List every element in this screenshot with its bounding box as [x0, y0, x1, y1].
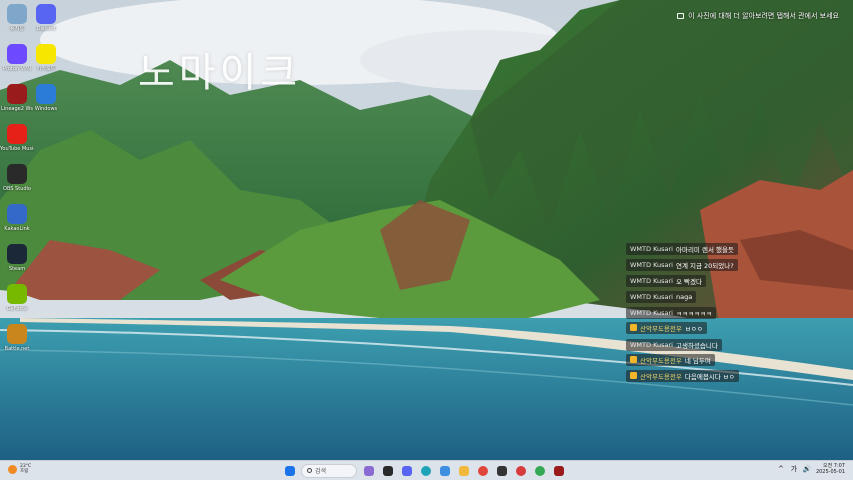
desktop-icon[interactable]: OBS Studio: [0, 164, 34, 192]
network-icon: [7, 204, 27, 224]
folder-icon: [458, 465, 469, 476]
desktop-icon[interactable]: Discord: [29, 4, 63, 32]
edge-icon: [420, 465, 431, 476]
desktop-icon[interactable]: Battle.net: [0, 324, 34, 352]
task-view-button[interactable]: [361, 463, 376, 478]
desktop-icon[interactable]: GeForce: [0, 284, 34, 312]
obs-studio-icon: [496, 465, 507, 476]
game-launcher-icon: [553, 465, 564, 476]
desktop-icon[interactable]: Windows: [29, 84, 63, 112]
clock-date: 2025-05-01: [815, 469, 845, 475]
chrome-taskbar-button[interactable]: [475, 463, 490, 478]
chat-username: 산악무도용전우: [640, 356, 682, 365]
discord-icon: [36, 4, 56, 24]
desktop-icon[interactable]: 카카오톡: [29, 44, 63, 72]
file-explorer-button[interactable]: [380, 463, 395, 478]
youtube-music-icon: [7, 124, 27, 144]
chat-message: WMTD Kusari ㅋㅋㅋㅋㅋㅋ: [626, 300, 766, 319]
desktop-icon-label: Discord: [36, 26, 56, 32]
camera-icon: [677, 13, 685, 19]
nvidia-icon: [7, 284, 27, 304]
windows-icon: [36, 84, 56, 104]
taskbar-search-box[interactable]: 검색: [301, 463, 357, 478]
chat-message: 산악무도용전우 ㅂㅇㅇ: [626, 316, 766, 334]
search-icon: [307, 468, 312, 473]
folder-icon: [382, 465, 393, 476]
desktop-icon-label: OBS Studio: [3, 186, 31, 192]
edge-taskbar-button[interactable]: [418, 463, 433, 478]
folder-taskbar-button[interactable]: [456, 463, 471, 478]
proton-vpn-icon: [7, 44, 27, 64]
volume-icon[interactable]: 🔊: [803, 465, 812, 473]
photos-taskbar-button[interactable]: [437, 463, 452, 478]
task-view-icon: [363, 465, 374, 476]
weather-widget[interactable]: 23°C 흐림: [8, 464, 31, 474]
discord-icon: [401, 465, 412, 476]
kakaotalk-icon: [36, 44, 56, 64]
chat-message: 산악무도용전우 다음에봅시다 ㅂㅇ: [626, 364, 766, 382]
chat-text: 네 님두여: [684, 356, 711, 365]
input-language-indicator[interactable]: 가: [790, 465, 798, 473]
spotlight-info-label: 이 사진에 대해 더 알아보려면 탭해서 관에서 보세요: [688, 12, 839, 20]
windows-logo-icon: [284, 465, 295, 476]
clock[interactable]: 오전 7:07 2025-05-01: [816, 463, 845, 475]
system-tray: ^ 가 🔊 오전 7:07 2025-05-01: [777, 463, 845, 475]
start-button[interactable]: [282, 463, 297, 478]
taskbar-apps: 검색: [282, 463, 566, 478]
chrome2-taskbar-button[interactable]: [532, 463, 547, 478]
taskbar: 23°C 흐림 검색 ^ 가 🔊 오전 7:07 2025-05-01: [0, 460, 853, 480]
desktop-icon-label: 카카오톡: [36, 66, 56, 72]
desktop-icon[interactable]: Steam: [0, 244, 34, 272]
chat-message: WMTD Kusari 아마리미 렌서 했을듯: [626, 236, 766, 255]
search-placeholder: 검색: [315, 468, 327, 475]
chat-subscriber-badge-icon: [630, 372, 637, 379]
shield-game-icon: [7, 324, 27, 344]
chat-message: 산악무도용전우 네 님두여: [626, 348, 766, 366]
chrome-icon: [534, 465, 545, 476]
desktop-icon[interactable]: YouTube Music: [0, 124, 34, 152]
stream-watermark-text: 노마이크: [138, 50, 302, 96]
steam-icon: [7, 244, 27, 264]
desktop-icon[interactable]: KakaoLink: [0, 204, 34, 232]
obs-studio-icon: [7, 164, 27, 184]
chat-text: ㅂㅇㅇ: [684, 324, 703, 333]
photos-icon: [439, 465, 450, 476]
chat-text: 다음에봅시다 ㅂㅇ: [684, 372, 735, 381]
game-launcher-icon: [7, 84, 27, 104]
desktop-icon-label: Battle.net: [4, 346, 30, 352]
chat-subscriber-badge-icon: [630, 324, 637, 331]
desktop-icon-label: Windows: [34, 106, 58, 112]
desktop-wallpaper: [0, 0, 853, 462]
desktop-icon-label: YouTube Music: [0, 146, 34, 152]
record-icon: [515, 465, 526, 476]
desktop-icon-label: KakaoLink: [4, 226, 30, 232]
chat-message-bubble: 산악무도용전우 다음에봅시다 ㅂㅇ: [626, 369, 739, 382]
chat-message: WMTD Kusari 고생하셨습니다: [626, 332, 766, 351]
chat-username: 산악무도용전우: [640, 372, 682, 381]
record-taskbar-button[interactable]: [513, 463, 528, 478]
stream-chat-overlay: WMTD Kusari 아마리미 렌서 했을듯 WMTD Kusari 연계 지금 2…: [626, 236, 766, 382]
chrome-icon: [477, 465, 488, 476]
chat-message: WMTD Kusari naga: [626, 284, 766, 303]
chat-message: WMTD Kusari 연계 지금 20되었나?: [626, 252, 766, 271]
weather-sun-icon: [8, 464, 17, 474]
chat-message: WMTD Kusari 오 빡겠다: [626, 268, 766, 287]
game-taskbar-button[interactable]: [551, 463, 566, 478]
chat-subscriber-badge-icon: [630, 356, 637, 363]
show-hidden-icons-chevron-icon[interactable]: ^: [777, 465, 785, 473]
discord-taskbar-button[interactable]: [399, 463, 414, 478]
spotlight-info-link[interactable]: 이 사진에 대해 더 알아보려면 탭해서 관에서 보세요: [677, 11, 839, 21]
recycle-bin-icon: [7, 4, 27, 24]
chat-username: 산악무도용전우: [640, 324, 682, 333]
wallpaper-landscape: [0, 0, 853, 462]
weather-status: 흐림: [20, 469, 29, 474]
obs-taskbar-button[interactable]: [494, 463, 509, 478]
desktop-icon-label: GeForce: [6, 306, 28, 312]
desktop-icon-label: Steam: [8, 266, 26, 272]
